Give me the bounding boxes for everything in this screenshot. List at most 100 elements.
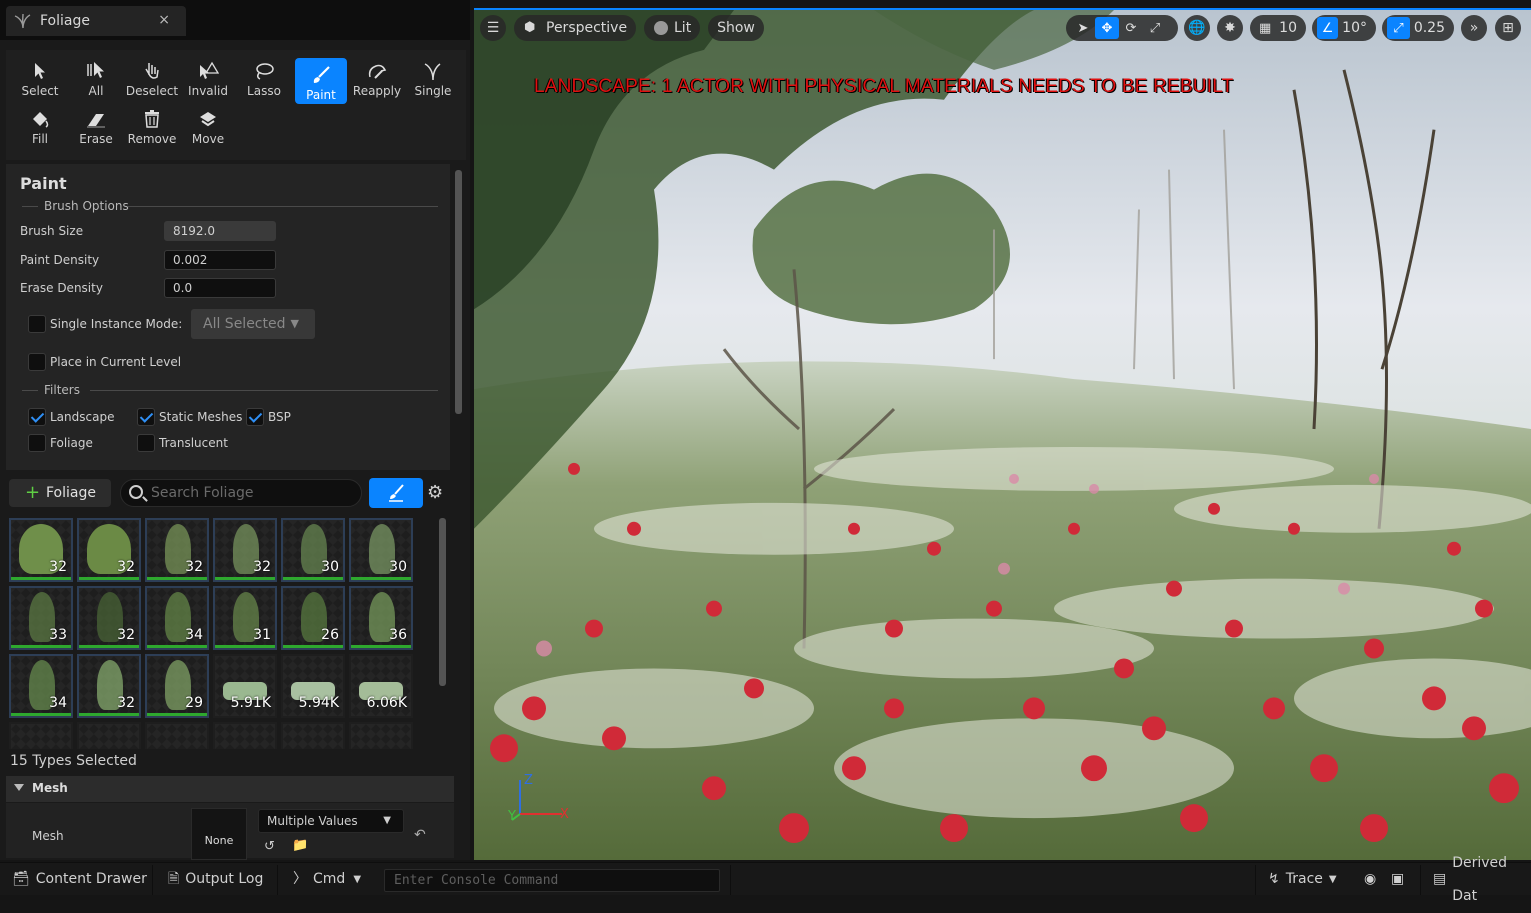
layout-button[interactable]: ⊞ (1495, 15, 1521, 41)
tool-label: Remove (127, 132, 177, 146)
show-button[interactable]: Show (708, 15, 764, 41)
foliage-type-thumb[interactable]: 36 (349, 586, 413, 650)
perspective-button[interactable]: ⬢ Perspective (514, 15, 636, 41)
tool-erase[interactable]: Erase (70, 102, 122, 148)
foliage-type-thumb[interactable]: 29 (145, 654, 209, 718)
foliage-type-thumb[interactable]: 34 (145, 586, 209, 650)
record-button[interactable]: ◉ (1364, 863, 1376, 896)
translate-icon[interactable]: ✥ (1095, 17, 1119, 39)
filter-translucent-checkbox[interactable] (137, 434, 155, 452)
foliage-type-thumb[interactable]: 6.06K (349, 654, 413, 718)
world-local-button[interactable]: 🌐 (1184, 15, 1210, 41)
tool-reapply[interactable]: Reapply (351, 54, 403, 100)
filter-static-meshes-checkbox[interactable] (137, 408, 155, 426)
settings-scrollbar[interactable] (455, 170, 462, 414)
single-instance-dropdown[interactable]: All Selected ▼ (191, 309, 315, 339)
foliage-type-thumb[interactable] (213, 722, 277, 749)
instance-count: 32 (49, 559, 67, 575)
brush-size-input[interactable]: 8192.0 (164, 221, 276, 241)
single-instance-checkbox[interactable] (28, 315, 46, 333)
surface-snap-button[interactable]: ✸ (1217, 15, 1243, 41)
selected-bar (215, 577, 275, 580)
gear-icon[interactable]: ⚙ (427, 482, 443, 503)
tool-deselect[interactable]: Deselect (126, 54, 178, 100)
toggle-paint-selection-button[interactable] (369, 478, 423, 508)
foliage-type-thumb[interactable] (281, 722, 345, 749)
paint-density-input[interactable]: 0.002 (164, 250, 276, 270)
lit-button[interactable]: Lit (644, 15, 700, 41)
foliage-type-thumb[interactable]: 32 (77, 518, 141, 582)
search-foliage-input[interactable]: Search Foliage (120, 479, 362, 507)
foliage-type-thumb[interactable]: 32 (213, 518, 277, 582)
filters-label: Filters (44, 383, 80, 397)
angle-icon: ∠ (1317, 17, 1339, 39)
grid-snap[interactable]: ▦ 10 (1250, 15, 1306, 41)
filter-foliage-checkbox[interactable] (28, 434, 46, 452)
foliage-type-thumb[interactable]: 32 (9, 518, 73, 582)
rotation-snap[interactable]: ∠ 10° (1312, 15, 1376, 41)
cursor-icon[interactable]: ➤ (1071, 17, 1095, 39)
tool-lasso[interactable]: Lasso (238, 54, 290, 100)
filter-landscape-checkbox[interactable] (28, 408, 46, 426)
tool-paint[interactable]: Paint (295, 58, 347, 104)
instance-count: 30 (321, 559, 339, 575)
foliage-type-thumb[interactable]: 5.91K (213, 654, 277, 718)
foliage-type-thumb[interactable]: 30 (349, 518, 413, 582)
mesh-section-header[interactable]: Mesh (6, 776, 454, 802)
foliage-type-thumb[interactable]: 31 (213, 586, 277, 650)
more-options-button[interactable]: » (1461, 15, 1487, 41)
foliage-type-thumb[interactable]: 34 (9, 654, 73, 718)
filter-bsp-checkbox[interactable] (246, 408, 264, 426)
search-placeholder: Search Foliage (151, 485, 254, 501)
foliage-type-thumb[interactable]: 26 (281, 586, 345, 650)
grid-scrollbar[interactable] (439, 518, 446, 686)
foliage-type-thumb[interactable]: 32 (77, 654, 141, 718)
browse-icon[interactable]: 📁 (292, 838, 308, 853)
use-selected-icon[interactable]: ↺ (264, 839, 275, 854)
foliage-type-thumb[interactable]: 33 (9, 586, 73, 650)
instance-count: 32 (117, 627, 135, 643)
mesh-thumbnail[interactable]: None (191, 808, 247, 860)
mesh-asset-picker[interactable]: Multiple Values ▼ (258, 809, 404, 833)
tool-select[interactable]: Select (14, 54, 66, 100)
foliage-type-thumb[interactable] (349, 722, 413, 749)
thumb-background (79, 724, 139, 749)
foliage-type-thumb[interactable] (77, 722, 141, 749)
cmd-dropdown[interactable]: 〉 Cmd ▼ (293, 863, 361, 896)
tool-invalid[interactable]: Invalid (182, 54, 234, 100)
screenshot-button[interactable]: ▣ (1391, 863, 1404, 896)
tool-remove[interactable]: Remove (126, 102, 178, 148)
foliage-type-thumb[interactable]: 30 (281, 518, 345, 582)
deselect-icon (141, 60, 163, 82)
console-input[interactable]: Enter Console Command (384, 869, 720, 892)
derived-data-icon: ▤ (1433, 871, 1447, 887)
trace-dropdown[interactable]: ↯ Trace ▼ (1268, 863, 1337, 896)
tool-fill[interactable]: Fill (14, 102, 66, 148)
foliage-type-thumb[interactable]: 32 (145, 518, 209, 582)
foliage-type-thumb[interactable] (145, 722, 209, 749)
erase-density-input[interactable]: 0.0 (164, 278, 276, 298)
reset-arrow-icon[interactable]: ↶ (414, 827, 426, 843)
viewport-menu-button[interactable]: ☰ (480, 15, 506, 41)
foliage-type-thumb[interactable] (9, 722, 73, 749)
selected-bar (11, 577, 71, 580)
scale-icon[interactable]: ⤢ (1143, 17, 1167, 39)
tab-foliage[interactable]: Foliage × (6, 6, 186, 36)
derived-data-button[interactable]: ▤ Derived Dat (1433, 855, 1531, 904)
foliage-type-thumb[interactable]: 5.94K (281, 654, 345, 718)
thumb-background (11, 724, 71, 749)
add-foliage-button[interactable]: + Foliage (9, 479, 111, 507)
selected-bar (11, 713, 71, 716)
instance-count: 32 (253, 559, 271, 575)
foliage-type-thumb[interactable]: 32 (77, 586, 141, 650)
place-current-level-checkbox[interactable] (28, 353, 46, 371)
level-viewport[interactable]: ☰ ⬢ Perspective Lit Show ➤ ✥ ⟳ ⤢ 🌐 ✸ ▦ 1… (474, 8, 1531, 860)
output-log-button[interactable]: 🗎 Output Log (168, 863, 263, 896)
scale-snap[interactable]: ⤢ 0.25 (1382, 15, 1454, 41)
tool-move[interactable]: Move (182, 102, 234, 148)
content-drawer-button[interactable]: 🗃 Content Drawer (12, 863, 147, 896)
close-icon[interactable]: × (158, 12, 170, 28)
rotate-icon[interactable]: ⟳ (1119, 17, 1143, 39)
tool-all[interactable]: All (70, 54, 122, 100)
tool-single[interactable]: Single (407, 54, 459, 100)
